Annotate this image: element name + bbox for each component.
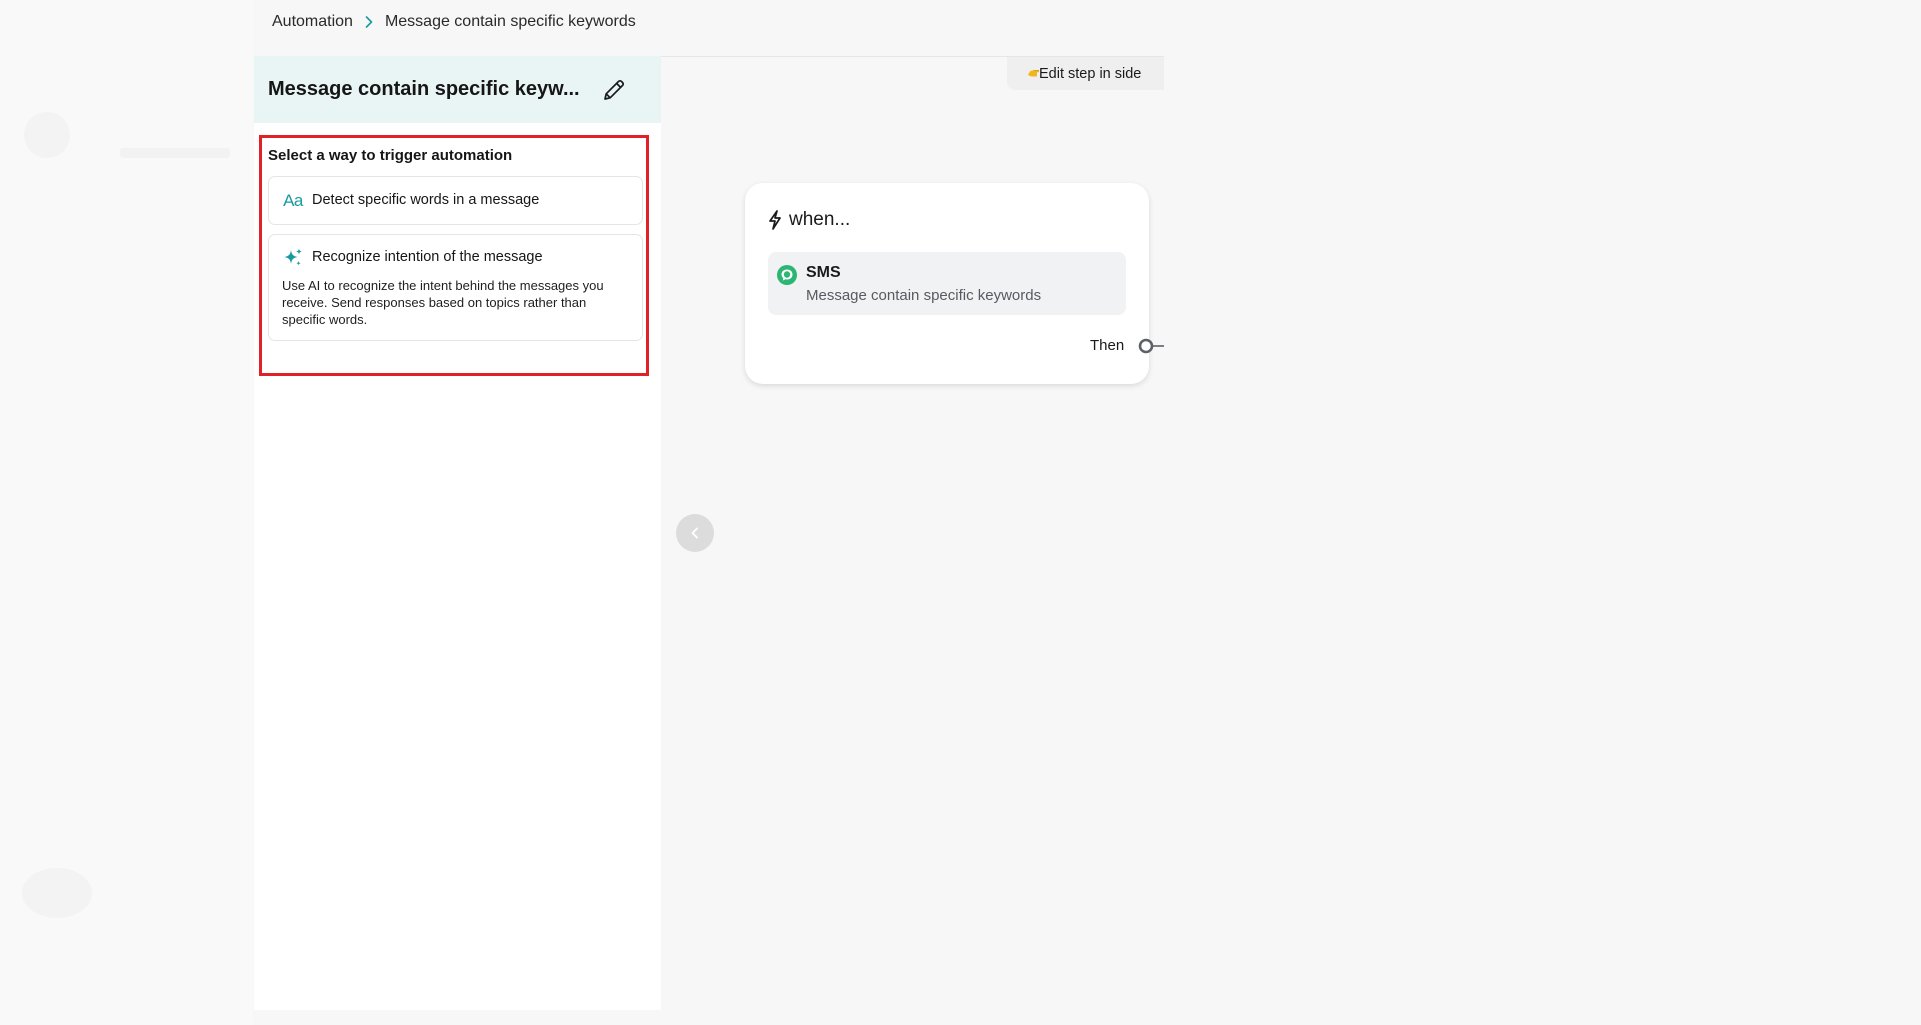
lightning-bolt-icon: [769, 210, 781, 230]
trigger-title: SMS: [806, 264, 841, 281]
then-label: Then: [1090, 337, 1125, 354]
sparkles-ai-icon: [281, 247, 305, 269]
trigger-node-card[interactable]: when... SMS Message contain specific key…: [745, 183, 1149, 384]
background-avatar: [24, 112, 70, 158]
breadcrumb-automation-link[interactable]: Automation: [272, 13, 353, 31]
breadcrumb-current: Message contain specific keywords: [384, 13, 636, 30]
panel-title: Message contain specific keyw...: [268, 78, 580, 100]
trigger-subtitle: Message contain specific keywords: [806, 287, 1042, 304]
edit-step-label: Edit step in side: [1039, 65, 1142, 82]
chevron-right-icon: [365, 16, 373, 28]
breadcrumb: Automation Message contain specific keyw…: [272, 12, 636, 32]
node-when-label: when...: [789, 209, 851, 230]
pencil-icon: [604, 79, 625, 100]
sms-bubble-icon: [777, 265, 797, 285]
option-title: Detect specific words in a message: [312, 192, 540, 208]
edit-title-button[interactable]: [600, 76, 628, 104]
node-trigger-sms[interactable]: SMS Message contain specific keywords: [768, 252, 1126, 315]
panel-header: Message contain specific keyw...: [254, 56, 661, 123]
option-title: Recognize intention of the message: [312, 249, 543, 265]
option-detect-words[interactable]: Aa Detect specific words in a message: [268, 176, 643, 225]
text-aa-icon: Aa: [283, 191, 303, 210]
collapse-panel-button[interactable]: [676, 514, 714, 552]
background-sidebar: [0, 0, 253, 1025]
option-description: Use AI to recognize the intent behind th…: [282, 278, 604, 327]
option-recognize-intention[interactable]: Recognize intention of the message Use A…: [268, 234, 643, 341]
chevron-left-icon: [691, 527, 698, 539]
then-connector-handle[interactable]: [1138, 337, 1164, 355]
trigger-section-label: Select a way to trigger automation: [268, 147, 513, 164]
pointing-hand-icon: [1028, 70, 1039, 77]
node-when-header: when...: [768, 209, 850, 231]
background-text: [120, 148, 230, 158]
edit-step-side-button[interactable]: Edit step in side: [1007, 57, 1164, 90]
background-avatar: [22, 868, 92, 918]
